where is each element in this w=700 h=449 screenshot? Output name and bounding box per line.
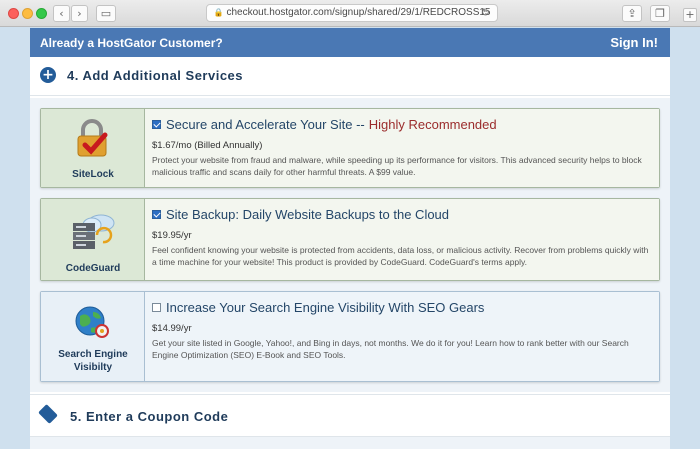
section-coupon-header[interactable]: 5. Enter a Coupon Code xyxy=(30,394,670,436)
service-title: Increase Your Search Engine Visibility W… xyxy=(166,300,485,315)
section-additional-services-header: + 4. Add Additional Services xyxy=(30,57,670,96)
tag-icon xyxy=(38,404,58,424)
customer-bar: Already a HostGator Customer? Sign In! xyxy=(30,28,670,57)
service-heading: Site Backup: Daily Website Backups to th… xyxy=(152,207,651,222)
reload-icon[interactable]: ↻ xyxy=(481,5,490,21)
service-price: $1.67/mo (Billed Annually) xyxy=(152,140,263,151)
address-bar[interactable]: 🔒 checkout.hostgator.com/signup/shared/29… xyxy=(206,4,498,22)
service-body: Increase Your Search Engine Visibility W… xyxy=(145,292,659,381)
service-heading: Increase Your Search Engine Visibility W… xyxy=(152,300,651,315)
section-title: 4. Add Additional Services xyxy=(67,68,244,83)
service-title: Secure and Accelerate Your Site -- xyxy=(166,117,365,132)
new-tab-icon[interactable]: + xyxy=(683,8,697,22)
service-sitelock: SiteLock Secure and Accelerate Your Site… xyxy=(40,108,660,188)
service-price: $19.95/yr xyxy=(152,230,192,241)
service-price: $14.99/yr xyxy=(152,323,192,334)
service-codeguard: CodeGuard Site Backup: Daily Website Bac… xyxy=(40,198,660,281)
browser-toolbar: ‹ › ▭ 🔒 checkout.hostgator.com/signup/sha… xyxy=(0,0,700,27)
close-window-button[interactable] xyxy=(8,8,19,19)
sign-in-link[interactable]: Sign In! xyxy=(610,35,658,50)
sitelock-logo: SiteLock xyxy=(41,109,145,187)
sitelock-checkbox[interactable] xyxy=(152,120,161,129)
chevron-right-icon[interactable]: › xyxy=(71,5,88,22)
globe-gear-icon xyxy=(75,306,109,338)
service-body: Site Backup: Daily Website Backups to th… xyxy=(145,199,659,280)
page-bottom-strip xyxy=(30,436,670,449)
codeguard-logo: CodeGuard xyxy=(41,199,145,280)
customer-question: Already a HostGator Customer? xyxy=(40,36,223,50)
service-seo-gears: Search Engine Visibilty Increase Your Se… xyxy=(40,291,660,382)
sidebar-toggle-icon[interactable]: ▭ xyxy=(96,5,116,22)
url-text: checkout.hostgator.com/signup/shared/29/… xyxy=(226,7,491,18)
service-logo-label: Search Engine Visibilty xyxy=(58,349,128,373)
lock-icon: 🔒 xyxy=(213,8,224,17)
highly-recommended-label: Highly Recommended xyxy=(368,117,497,132)
service-description: Protect your website from fraud and malw… xyxy=(152,155,642,177)
seo-gears-checkbox[interactable] xyxy=(152,303,161,312)
share-icon[interactable]: ⇪ xyxy=(622,5,642,22)
service-description: Get your site listed in Google, Yahoo!, … xyxy=(152,338,629,360)
zoom-window-button[interactable] xyxy=(36,8,47,19)
section-title: 5. Enter a Coupon Code xyxy=(70,409,229,424)
tabs-icon[interactable]: ❐ xyxy=(650,5,670,22)
service-logo-label: CodeGuard xyxy=(65,263,121,274)
service-body: Secure and Accelerate Your Site -- Highl… xyxy=(145,109,659,187)
service-heading: Secure and Accelerate Your Site -- Highl… xyxy=(152,117,651,132)
server-cloud-icon xyxy=(73,214,115,249)
service-description: Feel confident knowing your website is p… xyxy=(152,245,649,267)
page-margin xyxy=(670,28,700,449)
minimize-window-button[interactable] xyxy=(22,8,33,19)
checkout-panel: Already a HostGator Customer? Sign In! +… xyxy=(30,28,670,449)
codeguard-checkbox[interactable] xyxy=(152,210,161,219)
service-title: Site Backup: Daily Website Backups to th… xyxy=(166,207,450,222)
chevron-left-icon[interactable]: ‹ xyxy=(53,5,70,22)
padlock-check-icon xyxy=(77,119,108,157)
seo-gears-logo: Search Engine Visibilty xyxy=(41,292,145,381)
service-logo-label: SiteLock xyxy=(72,169,114,180)
plus-circle-icon: + xyxy=(40,67,56,83)
services-list: SiteLock Secure and Accelerate Your Site… xyxy=(30,98,670,392)
